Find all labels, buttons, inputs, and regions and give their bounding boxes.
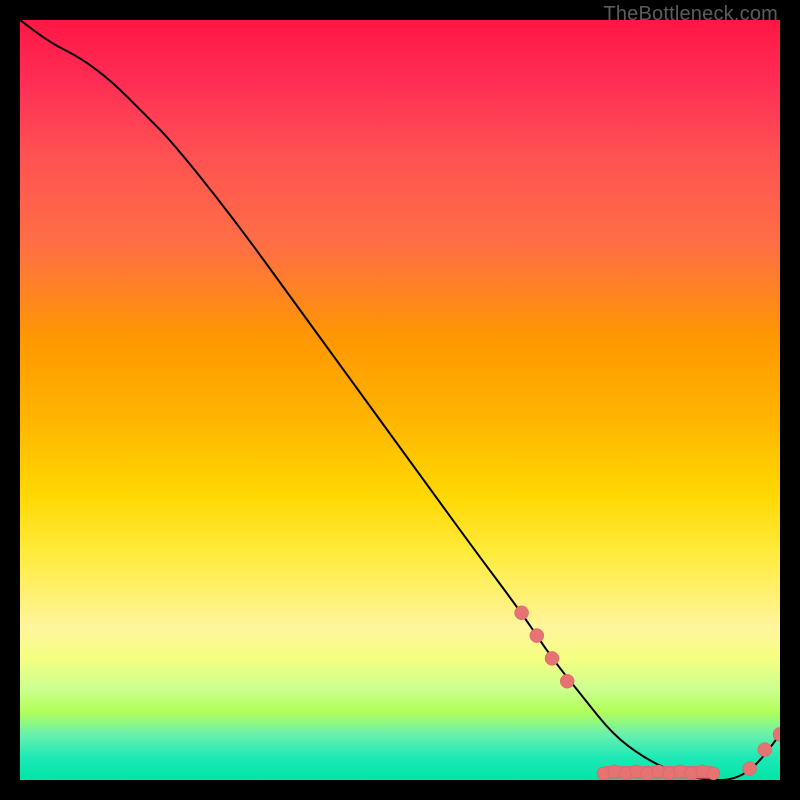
chart-gradient-area xyxy=(20,20,780,780)
watermark-text: TheBottleneck.com xyxy=(603,3,778,26)
